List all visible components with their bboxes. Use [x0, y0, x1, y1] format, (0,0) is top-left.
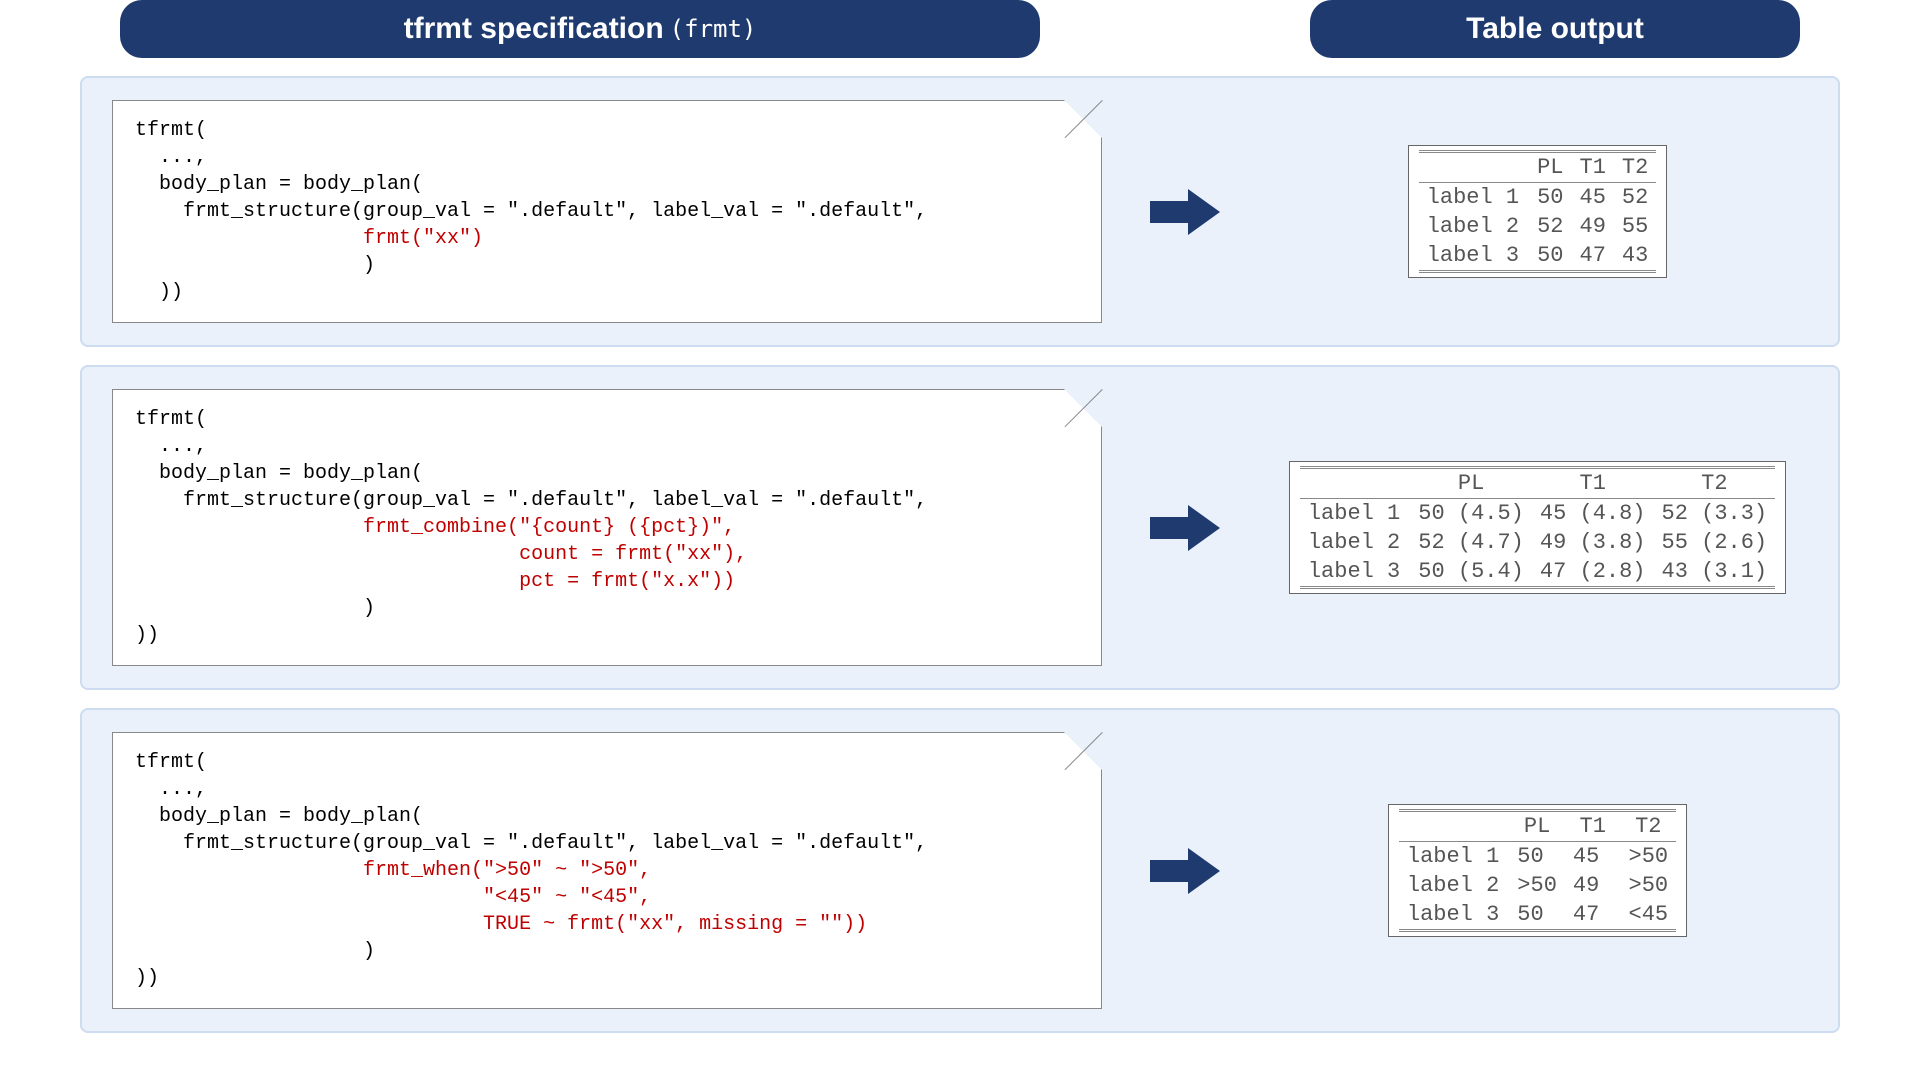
cell: 43 (3.1)	[1654, 557, 1776, 588]
col-header: T1	[1532, 468, 1654, 499]
cell: >50	[1621, 842, 1677, 872]
code-line: frmt_when(">50" ~ ">50",	[135, 857, 1079, 884]
code-box: tfrmt( ..., body_plan = body_plan( frmt_…	[112, 389, 1102, 666]
code-line: )	[135, 252, 1079, 279]
code-line: "<45" ~ "<45",	[135, 884, 1079, 911]
cell: 52 (4.7)	[1410, 528, 1532, 557]
code-line: count = frmt("xx"),	[135, 541, 1079, 568]
table-row: label 1 50 45 52	[1419, 183, 1657, 213]
col-header: PL	[1410, 468, 1532, 499]
cell: >50	[1509, 871, 1565, 900]
cell: 45	[1572, 183, 1614, 213]
code-line: ))	[135, 279, 1079, 306]
col-header: PL	[1529, 152, 1571, 183]
table-row: label 3 50 47 43	[1419, 241, 1657, 272]
cell: 47 (2.8)	[1532, 557, 1654, 588]
table-row: label 1 50 45 >50	[1399, 842, 1676, 872]
code-line: frmt_structure(group_val = ".default", l…	[135, 830, 1079, 857]
arrow-icon	[1102, 187, 1267, 237]
col-header: T1	[1565, 811, 1621, 842]
table-row: label 1 50 (4.5) 45 (4.8) 52 (3.3)	[1300, 499, 1775, 529]
col-header: T2	[1654, 468, 1776, 499]
code-line: tfrmt(	[135, 117, 1079, 144]
cell: 43	[1614, 241, 1656, 272]
code-box: tfrmt( ..., body_plan = body_plan( frmt_…	[112, 100, 1102, 323]
cell: 49	[1572, 212, 1614, 241]
col-header: PL	[1509, 811, 1565, 842]
col-header: T1	[1572, 152, 1614, 183]
code-line: frmt_combine("{count} ({pct})",	[135, 514, 1079, 541]
row-label: label 2	[1399, 871, 1509, 900]
code-line: )	[135, 938, 1079, 965]
output-header: Table output	[1310, 0, 1800, 58]
code-line: body_plan = body_plan(	[135, 803, 1079, 830]
cell: >50	[1621, 871, 1677, 900]
code-line: body_plan = body_plan(	[135, 171, 1079, 198]
output-table: PL T1 T2 label 1 50 45 52 label 2 52 49	[1408, 145, 1668, 278]
cell: 45	[1565, 842, 1621, 872]
code-line: ...,	[135, 776, 1079, 803]
cell: 50	[1509, 900, 1565, 931]
table-header-row: PL T1 T2	[1300, 468, 1775, 499]
cell: 50 (4.5)	[1410, 499, 1532, 529]
arrow-icon	[1102, 503, 1267, 553]
table-header-row: PL T1 T2	[1419, 152, 1657, 183]
row-label: label 1	[1300, 499, 1410, 529]
cell: <45	[1621, 900, 1677, 931]
code-line: body_plan = body_plan(	[135, 460, 1079, 487]
code-line: ))	[135, 965, 1079, 992]
table-row: label 3 50 47 <45	[1399, 900, 1676, 931]
code-line: tfrmt(	[135, 749, 1079, 776]
example-row: tfrmt( ..., body_plan = body_plan( frmt_…	[80, 76, 1840, 347]
row-label: label 3	[1419, 241, 1529, 272]
cell: 50 (5.4)	[1410, 557, 1532, 588]
code-line: TRUE ~ frmt("xx", missing = ""))	[135, 911, 1079, 938]
example-row: tfrmt( ..., body_plan = body_plan( frmt_…	[80, 708, 1840, 1033]
table-row: label 2 >50 49 >50	[1399, 871, 1676, 900]
code-line: frmt_structure(group_val = ".default", l…	[135, 198, 1079, 225]
cell: 49	[1565, 871, 1621, 900]
spec-header-title: tfrmt specification	[404, 12, 664, 46]
row-label: label 3	[1399, 900, 1509, 931]
col-header: T2	[1614, 152, 1656, 183]
table-header-row: PL T1 T2	[1399, 811, 1676, 842]
cell: 52	[1529, 212, 1571, 241]
col-header: T2	[1621, 811, 1677, 842]
code-line: frmt("xx")	[135, 225, 1079, 252]
arrow-icon	[1102, 846, 1267, 896]
code-line: ))	[135, 622, 1079, 649]
output-header-title: Table output	[1466, 12, 1644, 46]
cell: 47	[1565, 900, 1621, 931]
cell: 50	[1529, 183, 1571, 213]
cell: 52	[1614, 183, 1656, 213]
cell: 45 (4.8)	[1532, 499, 1654, 529]
spec-header-subtitle: (frmt)	[670, 15, 757, 43]
cell: 52 (3.3)	[1654, 499, 1776, 529]
table-row: label 2 52 (4.7) 49 (3.8) 55 (2.6)	[1300, 528, 1775, 557]
output-table: PL T1 T2 label 1 50 (4.5) 45 (4.8) 52 (3…	[1289, 461, 1786, 594]
cell: 55	[1614, 212, 1656, 241]
code-line: frmt_structure(group_val = ".default", l…	[135, 487, 1079, 514]
code-line: )	[135, 595, 1079, 622]
cell: 55 (2.6)	[1654, 528, 1776, 557]
row-label: label 3	[1300, 557, 1410, 588]
cell: 49 (3.8)	[1532, 528, 1654, 557]
cell: 50	[1509, 842, 1565, 872]
output-table: PL T1 T2 label 1 50 45 >50 label 2 >50 4…	[1388, 804, 1687, 937]
cell: 50	[1529, 241, 1571, 272]
row-label: label 1	[1419, 183, 1529, 213]
code-box: tfrmt( ..., body_plan = body_plan( frmt_…	[112, 732, 1102, 1009]
code-line: pct = frmt("x.x"))	[135, 568, 1079, 595]
row-label: label 2	[1300, 528, 1410, 557]
spec-header: tfrmt specification (frmt)	[120, 0, 1040, 58]
code-line: ...,	[135, 144, 1079, 171]
row-label: label 2	[1419, 212, 1529, 241]
row-label: label 1	[1399, 842, 1509, 872]
example-row: tfrmt( ..., body_plan = body_plan( frmt_…	[80, 365, 1840, 690]
code-line: ...,	[135, 433, 1079, 460]
cell: 47	[1572, 241, 1614, 272]
code-line: tfrmt(	[135, 406, 1079, 433]
table-row: label 3 50 (5.4) 47 (2.8) 43 (3.1)	[1300, 557, 1775, 588]
table-row: label 2 52 49 55	[1419, 212, 1657, 241]
